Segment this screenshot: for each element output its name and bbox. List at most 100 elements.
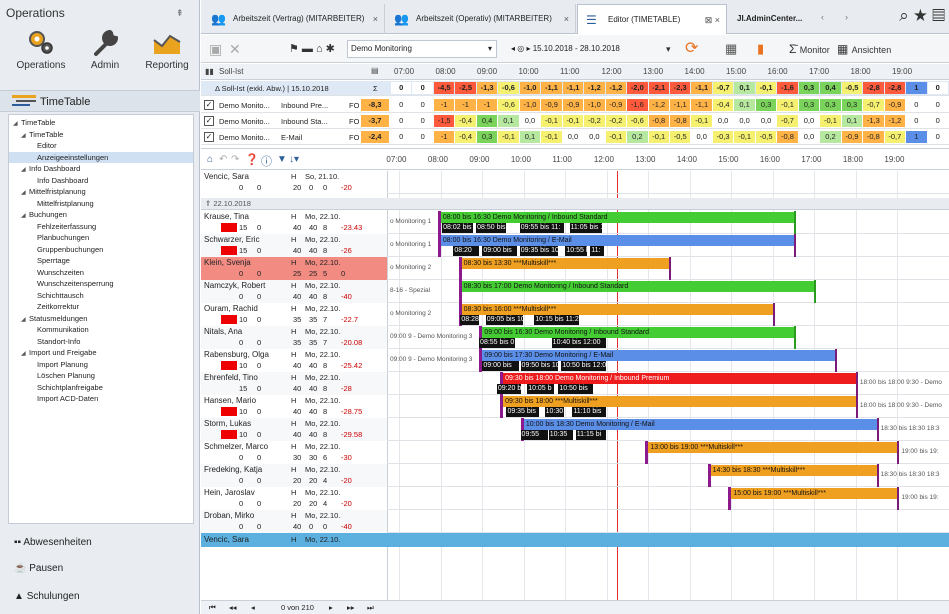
tree-item[interactable]: Import Planung [9,359,193,371]
tree-item[interactable]: Anzeigeeinstellungen [9,151,193,163]
home-icon[interactable]: ⌂ [207,154,213,165]
trainings-nav[interactable]: ▲ Schulungen [0,584,200,610]
filter-tools-icon[interactable]: ⚑ ▬ ⌂ ✱ [289,39,335,59]
breaks-nav[interactable]: ☕ Pausen [0,556,200,582]
tree-item[interactable]: Editor [9,140,193,152]
tree-item[interactable]: ◢ TimeTable [9,117,193,129]
shift-bar[interactable]: 08:00 bis 16:30 Demo Monitoring / Inboun… [440,212,794,223]
admin-button[interactable]: Admin [74,26,136,80]
shift-bar[interactable]: 08:30 bis 13:30 ***Multiskill*** [461,258,670,269]
tree-item[interactable]: Zeitkorrektur [9,301,193,313]
break-block[interactable]: 08:55 bis 0 [479,338,515,348]
break-block[interactable]: 08:02 bis 08: [442,223,474,233]
employee-row[interactable]: Hansen, Mario H Mo, 22.10. 10 0 40 40 8 -28.75 09… [201,395,949,418]
row-checkbox[interactable]: ✓ [204,100,214,110]
break-block[interactable]: 11:05 bis 1 [569,223,602,233]
break-block[interactable]: 09:20 b [496,384,521,394]
break-block[interactable]: 10:50 bis [558,384,594,394]
cancel-icon[interactable]: ✕ [229,39,241,59]
timetable-section-header[interactable]: TimeTable [0,90,200,112]
help-icon[interactable]: ❓ [245,153,259,166]
grid-icon[interactable]: ▤ [371,66,379,75]
shift-bar[interactable]: 08:00 bis 16:30 Demo Monitoring / E-Mail [440,235,794,246]
tree-item[interactable]: Gruppenbuchungen [9,244,193,256]
break-block[interactable]: 11: [590,246,604,256]
employee-row[interactable]: Klein, Svenja H Mo, 22.10. 0 0 25 25 5 0 o Monito… [201,257,949,280]
prev-icon[interactable]: ◂ [251,601,255,614]
tree-item[interactable]: ◢ Statusmeldungen [9,313,193,325]
shift-bar[interactable]: 14:30 bis 18:30 ***Multiskill*** [710,465,877,476]
tree-item[interactable]: Mittelfristplanung [9,198,193,210]
break-block[interactable]: 09:55 bis 11: [519,223,565,233]
break-block[interactable]: 09:35 bis [506,407,540,417]
tab-scroll-right-icon[interactable]: › [845,12,848,22]
employee-row[interactable]: Vencic, Sara H Mo, 22.10. [201,533,949,547]
search-icon[interactable]: ⌕ [899,6,909,25]
tree-item[interactable]: Fehlzeiterfassung [9,221,193,233]
tab-editor-timetable[interactable]: ☰ Editor (TIMETABLE) ⊠ × [577,4,727,34]
tree-item[interactable]: Import ACD-Daten [9,393,193,405]
break-block[interactable]: 08:20 [453,246,480,256]
refresh-icon[interactable]: ⟳ [685,39,698,59]
tree-item[interactable]: Wunschzeiten [9,267,193,279]
shift-bar[interactable]: 15:00 bis 19:00 ***Multiskill*** [731,488,898,499]
tab-scroll-left-icon[interactable]: ‹ [821,12,824,22]
employee-row[interactable]: Schmelzer, Marco H Mo, 22.10. 0 0 30 30 6 -30 13:… [201,441,949,464]
undo-icon[interactable]: ↶ [219,154,227,165]
shift-bar[interactable]: 08:30 bis 17:00 Demo Monitoring / Inboun… [461,281,815,292]
layout-icon[interactable]: ▤ [932,6,945,25]
break-block[interactable]: 09:00 bis [482,361,519,371]
close-icon[interactable]: × [564,4,569,34]
redo-icon[interactable]: ↷ [231,154,239,165]
close-icon[interactable]: × [373,4,378,34]
shift-bar[interactable]: 09:00 bis 16:30 Demo Monitoring / Inboun… [482,327,794,338]
bar-chart-icon[interactable]: ▮ [757,39,764,59]
tree-item[interactable]: ◢ Buchungen [9,209,193,221]
tree-item[interactable]: Info Dashboard [9,175,193,187]
sort-icon[interactable]: ↓▾ [289,154,299,165]
break-block[interactable]: 10:05 b [527,384,554,394]
pin-icon[interactable]: ⇞ [176,8,184,19]
row-checkbox[interactable]: ✓ [204,132,214,142]
soll-ist-summary-row[interactable]: Δ Soll-Ist (exkl. Abw.) | 15.10.2018 Σ 0 0-… [201,81,949,96]
tab-admin-center[interactable]: JI.AdminCenter... [729,4,859,34]
employee-row[interactable]: Ehrenfeld, Tino H Mo, 22.10. 15 0 40 40 8 -28 09:… [201,372,949,395]
break-block[interactable]: 10:50 bis 12:0 [561,361,606,371]
employee-row[interactable]: Rabensburg, Olga H Mo, 22.10. 10 0 40 40 8 -25.4… [201,349,949,372]
soll-ist-row[interactable]: ✓ Demo Monito... E-Mail FO -2,4 0 0 -1 -0,4 0,3 -0… [201,130,949,145]
employee-row[interactable]: Krause, Tina H Mo, 22.10. 15 0 40 40 8 -23.43 o M… [201,211,949,234]
tree-item[interactable]: ◢ Mittelfristplanung [9,186,193,198]
employee-row[interactable]: Hein, Jaroslav H Mo, 22.10. 0 0 20 20 4 -20 15:00… [201,487,949,510]
shift-bar[interactable]: 13:00 bis 19:00 ***Multiskill*** [648,442,898,453]
break-block[interactable]: 10:40 bis 12:00 [551,338,606,348]
shift-bar[interactable]: 08:30 bis 16:00 ***Multiskill*** [461,304,773,315]
soll-ist-row[interactable]: ✓ Demo Monito... Inbound Pre... FO -8,3 0 0 -1-… [201,98,949,113]
tab-arbeitszeit-operativ[interactable]: 👥 Arbeitszeit (Operativ) (MITARBEITER) × [386,4,576,34]
tree-item[interactable]: ◢ TimeTable [9,129,193,141]
break-block[interactable]: 11:15 bi [575,430,606,440]
prev-page-icon[interactable]: ◂◂ [229,601,237,614]
tree-item[interactable]: Planbuchungen [9,232,193,244]
employee-row[interactable]: Namczyk, Robert H Mo, 22.10. 0 0 40 40 8 -40 8-16… [201,280,949,303]
prev-icon[interactable]: ◂ ◎ ▸ [511,44,533,53]
save-icon[interactable]: ▣ [209,39,222,59]
employee-row[interactable]: Ouram, Rachid H Mo, 22.10. 10 0 35 35 7 -22.7 o M… [201,303,949,326]
tree-item[interactable]: Schichtplanfreigabe [9,382,193,394]
employee-row[interactable]: Fredeking, Katja H Mo, 22.10. 0 0 20 20 4 -20 14:… [201,464,949,487]
tree-item[interactable]: Kommunikation [9,324,193,336]
break-block[interactable]: 08:50 bis 09: [476,223,507,233]
date-range-picker[interactable]: ◂ ◎ ▸ 15.10.2018 - 28.10.2018 [511,40,661,58]
filter-icon[interactable]: ▼ [277,154,287,165]
first-page-icon[interactable]: ⏮ [209,601,216,614]
soll-ist-row[interactable]: ✓ Demo Monito... Inbound Sta... FO -3,7 0 0 -1,… [201,114,949,129]
tree-item[interactable]: Löschen Planung [9,370,193,382]
last-page-icon[interactable]: ⏭ [367,601,374,614]
date-group-header[interactable]: ⇑ 22.10.2018 [201,198,949,210]
employee-row[interactable]: Droban, Mirko H Mo, 22.10. 0 0 40 0 0 -40 [201,510,949,533]
tab-arbeitszeit-vertrag[interactable]: 👥 Arbeitszeit (Vertrag) (MITARBEITER) × [203,4,385,34]
break-block[interactable]: 09:05 bis 10 [485,315,523,325]
tree-item[interactable]: Standort-Info [9,336,193,348]
break-block[interactable]: 11:10 bis [572,407,606,417]
break-block[interactable]: 10:15 bis 11:2 [534,315,579,325]
employee-row[interactable]: Nitals, Ana H Mo, 22.10. 0 0 35 35 7 -20.08 09:00… [201,326,949,349]
